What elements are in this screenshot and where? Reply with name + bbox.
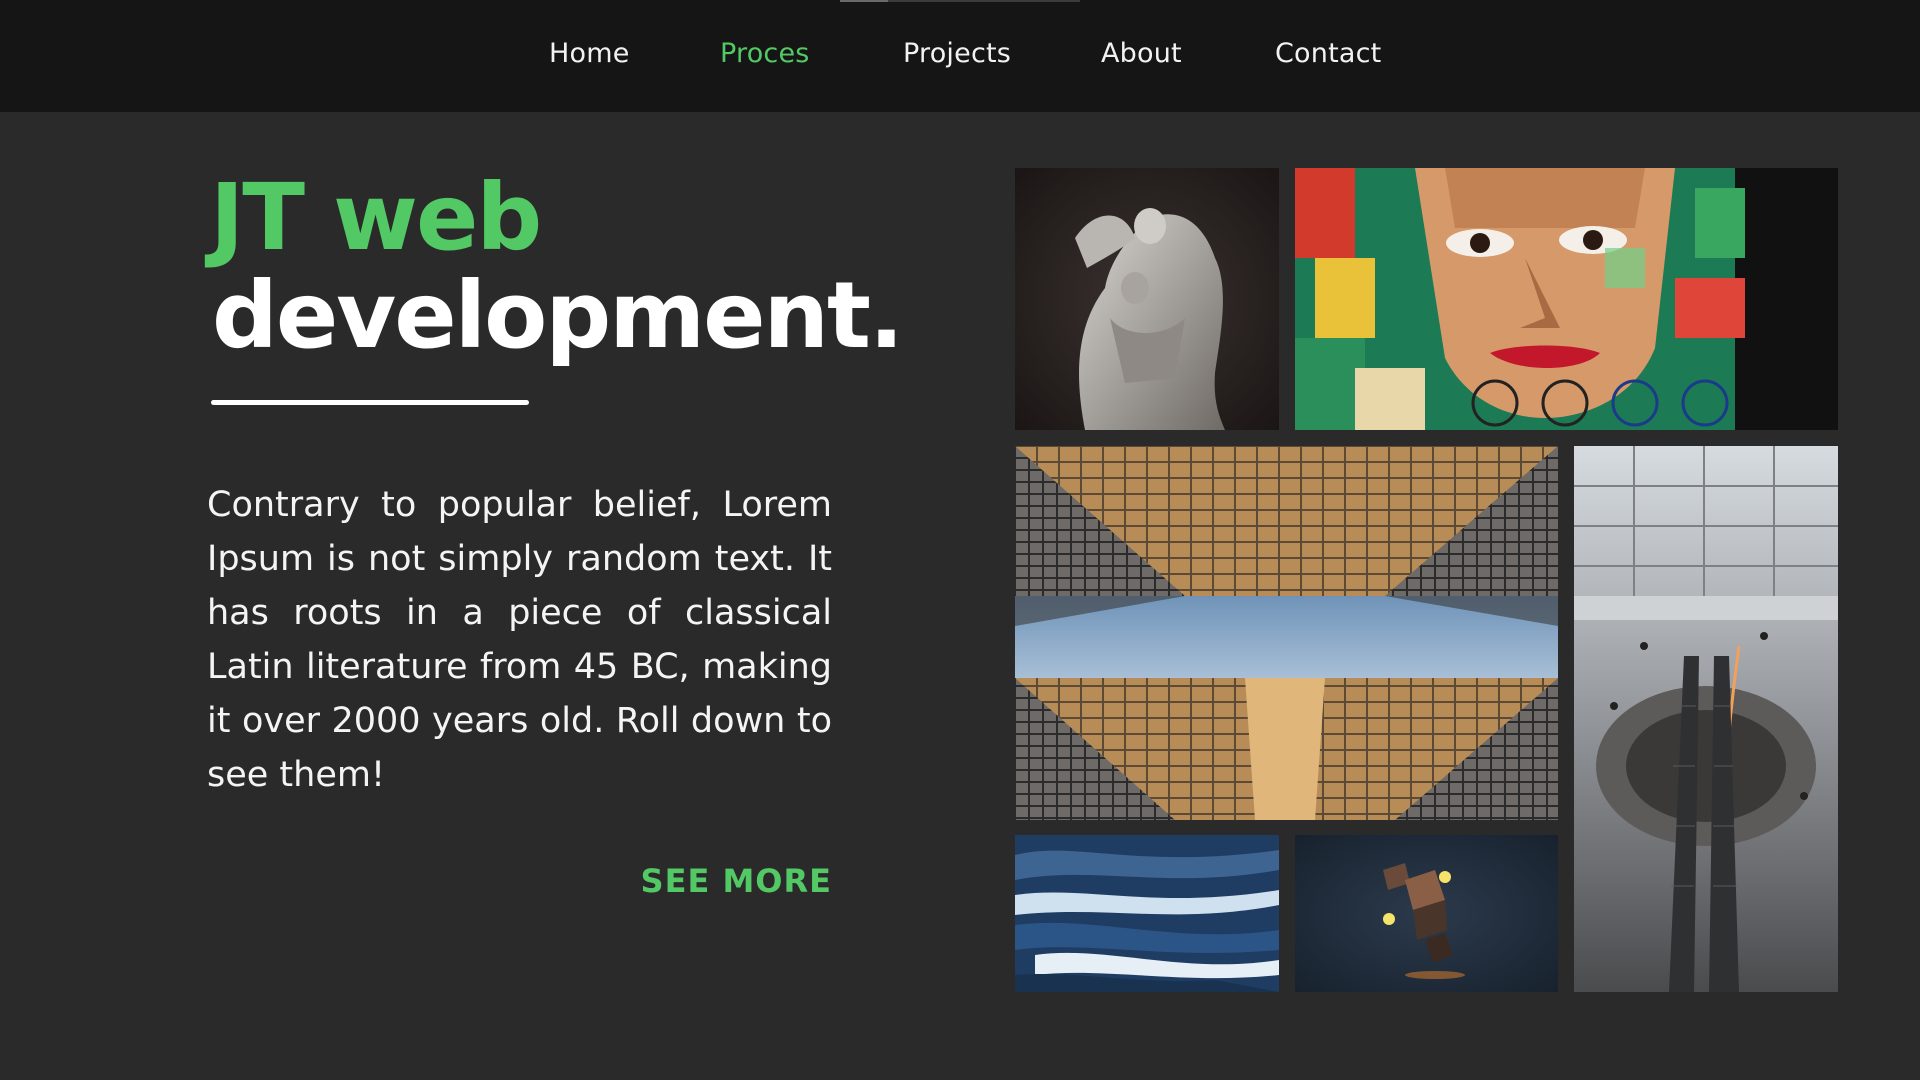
see-more-button[interactable]: SEE MORE	[600, 862, 832, 900]
nav-contact-link[interactable]: Contact	[1275, 38, 1381, 69]
hero-description: Contrary to popular belief, Lorem Ipsum …	[207, 485, 832, 795]
mall-escalator-photo[interactable]	[1574, 446, 1838, 992]
nav-projects-link[interactable]: Projects	[903, 38, 1011, 69]
ocean-waves-photo[interactable]	[1015, 835, 1279, 992]
statue-photo[interactable]	[1015, 168, 1279, 430]
glass-buildings-photo[interactable]	[1015, 446, 1558, 820]
nav-scroll-indicator	[840, 0, 1080, 2]
hero-title-main: development.	[212, 262, 904, 369]
nav-proces-link[interactable]: Proces	[720, 38, 810, 69]
street-mural-photo[interactable]	[1295, 168, 1838, 430]
hero-title-accent: JT web	[210, 164, 542, 271]
top-navbar: Home Proces Projects About Contact	[0, 0, 1920, 112]
floating-cubes-photo[interactable]	[1295, 835, 1558, 992]
hero-underline-divider	[211, 400, 529, 405]
nav-home-link[interactable]: Home	[549, 38, 630, 69]
nav-about-link[interactable]: About	[1101, 38, 1182, 69]
